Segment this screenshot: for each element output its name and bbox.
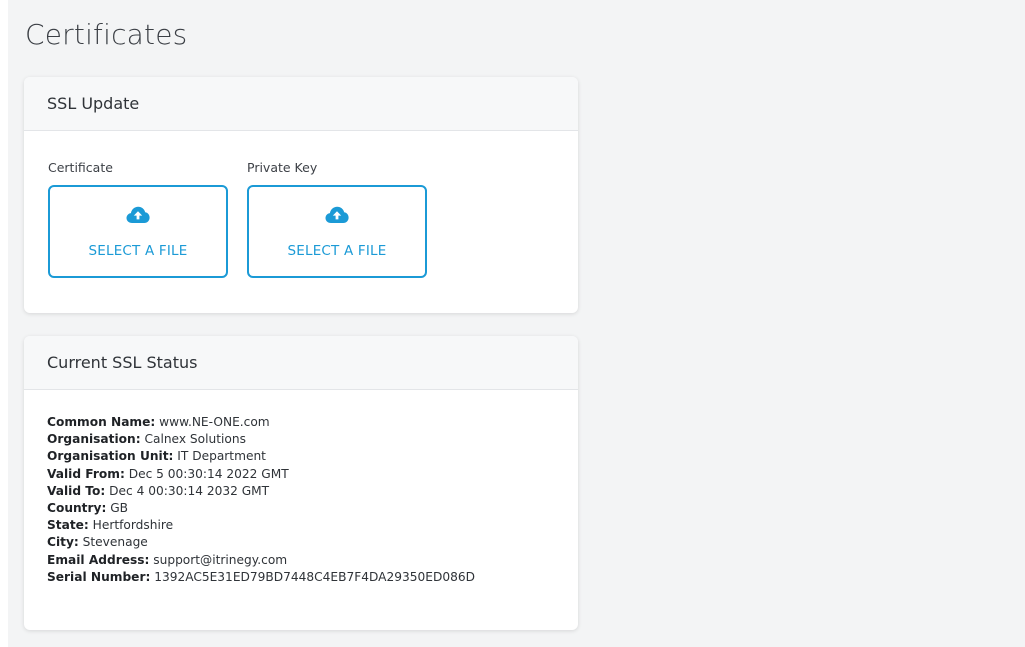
field-value: Stevenage <box>82 535 148 550</box>
field-label: Country: <box>47 501 107 516</box>
status-field-common-name: Common Name: www.NE-ONE.com <box>47 414 475 431</box>
private-key-select-file-label: SELECT A FILE <box>287 243 387 259</box>
field-value: Dec 5 00:30:14 2022 GMT <box>128 466 289 481</box>
page-title: Certificates <box>25 18 188 51</box>
private-key-select-file-button[interactable]: SELECT A FILE <box>247 185 427 278</box>
field-label: Common Name: <box>47 415 156 429</box>
ssl-status-card: Current SSL Status Common Name: www.NE-O… <box>24 336 578 630</box>
field-label: Organisation: <box>47 432 141 447</box>
cloud-upload-icon <box>325 206 349 223</box>
ssl-update-card: SSL Update Certificate SELECT A FILE Pri… <box>24 77 578 313</box>
status-field-valid-to: Valid To: Dec 4 00:30:14 2032 GMT <box>47 483 475 500</box>
status-field-organisation: Organisation: Calnex Solutions <box>47 431 475 448</box>
field-label: Serial Number: <box>47 569 151 584</box>
field-value: GB <box>110 501 129 516</box>
status-field-organisation-unit: Organisation Unit: IT Department <box>47 448 475 465</box>
status-field-state: State: Hertfordshire <box>47 517 475 534</box>
field-label: State: <box>47 518 89 533</box>
field-label: Organisation Unit: <box>47 449 174 464</box>
field-value: Calnex Solutions <box>144 432 246 447</box>
status-field-email-address: Email Address: support@itrinegy.com <box>47 552 475 569</box>
certificate-select-file-label: SELECT A FILE <box>88 243 188 259</box>
ssl-status-header: Current SSL Status <box>24 336 578 390</box>
field-value: IT Department <box>177 449 266 464</box>
certificate-select-file-button[interactable]: SELECT A FILE <box>48 185 228 278</box>
certificates-page: Certificates SSL Update Certificate SELE… <box>8 0 1025 647</box>
field-label: City: <box>47 535 79 550</box>
field-value: 1392AC5E31ED79BD7448C4EB7F4DA29350ED086D <box>154 569 476 584</box>
private-key-label: Private Key <box>247 160 318 175</box>
field-value: Hertfordshire <box>92 518 174 533</box>
cloud-upload-icon <box>126 206 150 223</box>
status-field-country: Country: GB <box>47 500 475 517</box>
field-value: www.NE-ONE.com <box>159 415 270 429</box>
ssl-status-details: Common Name: www.NE-ONE.com Organisation… <box>47 414 475 586</box>
status-field-serial-number: Serial Number: 1392AC5E31ED79BD7448C4EB7… <box>47 569 475 586</box>
field-label: Email Address: <box>47 552 150 567</box>
status-field-city: City: Stevenage <box>47 534 475 551</box>
certificate-upload-group: Certificate SELECT A FILE <box>48 160 228 278</box>
status-field-valid-from: Valid From: Dec 5 00:30:14 2022 GMT <box>47 466 475 483</box>
certificate-label: Certificate <box>48 160 113 175</box>
field-label: Valid From: <box>47 466 125 481</box>
private-key-upload-group: Private Key SELECT A FILE <box>247 160 427 278</box>
ssl-update-header: SSL Update <box>24 77 578 131</box>
field-value: support@itrinegy.com <box>153 552 288 567</box>
field-label: Valid To: <box>47 483 106 498</box>
field-value: Dec 4 00:30:14 2032 GMT <box>109 483 270 498</box>
